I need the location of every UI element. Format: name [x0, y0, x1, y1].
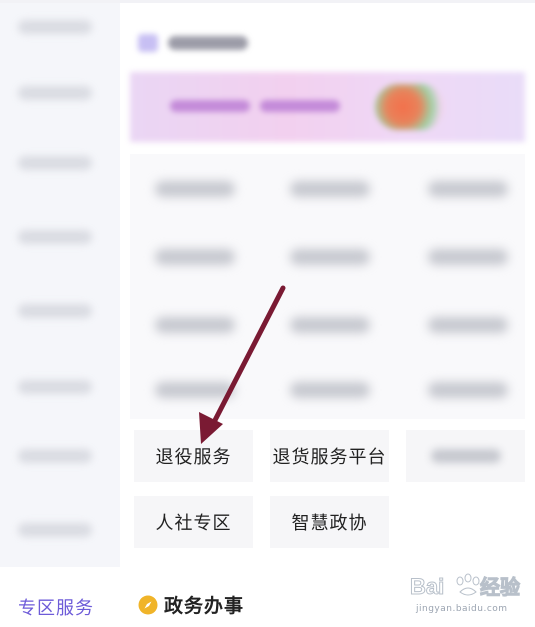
baidu-watermark: Bai 经验 jingyan.baidu.com — [408, 568, 528, 618]
grid-item[interactable] — [155, 317, 235, 333]
section-header-government-affairs: 政务办事 — [138, 591, 244, 618]
service-label: 智慧政协 — [291, 513, 368, 534]
sidebar-item[interactable] — [18, 523, 92, 537]
service-tile-blurred[interactable] — [406, 430, 525, 482]
service-label: 退役服务 — [155, 447, 232, 468]
baidu-logo: Bai 经验 — [410, 573, 521, 600]
grid-item[interactable] — [428, 181, 508, 197]
service-tile-social-security[interactable]: 人社专区 — [134, 496, 253, 548]
sidebar-item-zone-services[interactable]: 专区服务 — [18, 594, 94, 620]
grid-item[interactable] — [155, 181, 235, 197]
blurred-service-grid — [130, 154, 525, 419]
grid-item[interactable] — [155, 382, 235, 398]
promo-banner[interactable] — [130, 72, 525, 142]
banner-illustration — [375, 84, 445, 130]
grid-item[interactable] — [290, 382, 370, 398]
sidebar-item[interactable] — [18, 304, 92, 318]
grid-item[interactable] — [290, 181, 370, 197]
grid-item[interactable] — [428, 382, 508, 398]
sidebar-item[interactable] — [18, 156, 92, 170]
grid-item[interactable] — [428, 317, 508, 333]
service-label: 人社专区 — [155, 513, 232, 534]
main-content — [130, 24, 525, 419]
grid-item[interactable] — [290, 249, 370, 265]
grid-item[interactable] — [428, 249, 508, 265]
sidebar-item[interactable] — [18, 380, 92, 394]
sidebar-item[interactable] — [18, 449, 92, 463]
compass-icon — [138, 595, 158, 614]
sidebar-item[interactable] — [18, 20, 92, 34]
service-label: 退货服务平台 — [272, 447, 387, 468]
watermark-url: jingyan.baidu.com — [416, 604, 508, 614]
section-icon — [138, 34, 158, 52]
service-tile-returns-platform[interactable]: 退货服务平台 — [270, 430, 389, 482]
svg-text:经验: 经验 — [480, 575, 520, 599]
category-sidebar — [0, 3, 120, 567]
grid-item[interactable] — [155, 249, 235, 265]
service-tile-veteran[interactable]: 退役服务 — [134, 430, 253, 482]
section-heading-blurred — [138, 32, 248, 54]
svg-text:Bai: Bai — [410, 574, 444, 599]
sidebar-item[interactable] — [18, 86, 92, 100]
service-tile-smart-cppcc[interactable]: 智慧政协 — [270, 496, 389, 548]
grid-item[interactable] — [290, 317, 370, 333]
sidebar-item[interactable] — [18, 230, 92, 244]
section-title: 政务办事 — [164, 595, 245, 617]
